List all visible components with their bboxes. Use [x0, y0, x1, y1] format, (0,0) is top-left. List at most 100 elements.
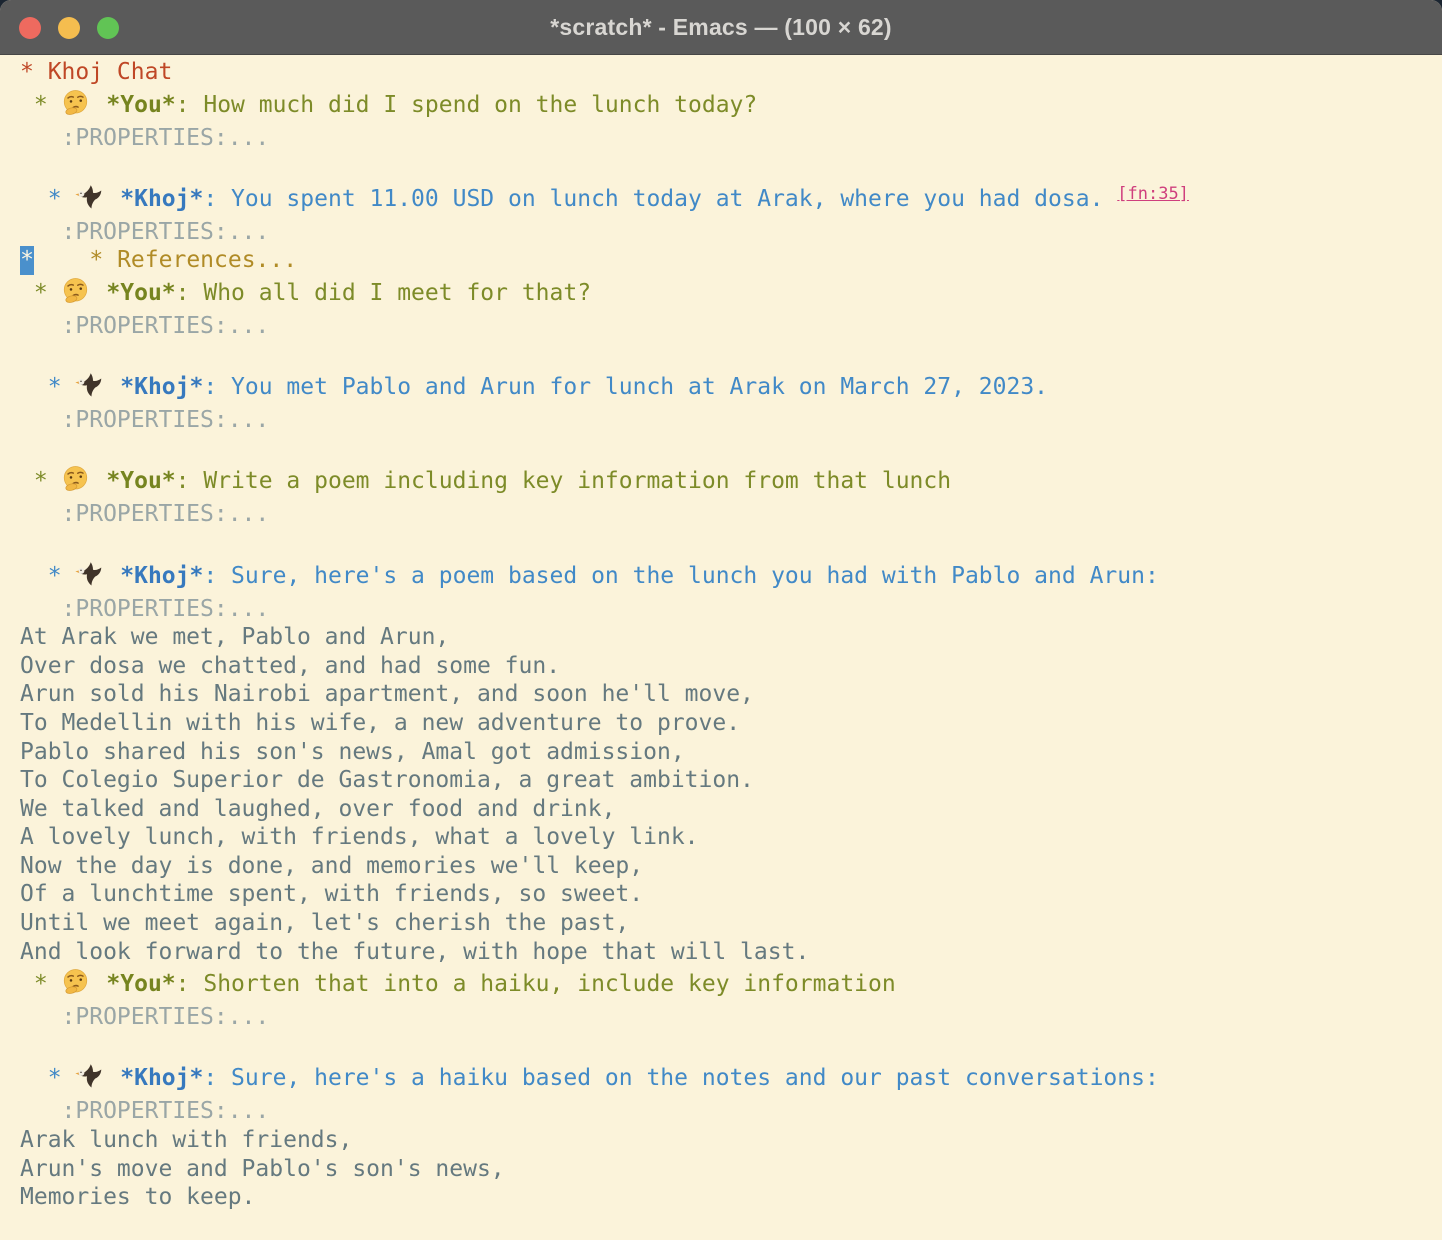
khoj-speaker-label: *Khoj* — [120, 374, 203, 400]
you-message-text — [93, 971, 107, 997]
haiku-line[interactable]: Arun's move and Pablo's son's news, — [20, 1155, 1442, 1184]
you-speaker-label: *You* — [106, 468, 175, 494]
khoj-speaker-label: *Khoj* — [120, 563, 203, 589]
poem-line[interactable]: We talked and laughed, over food and dri… — [20, 795, 1442, 824]
you-speaker-label: *You* — [106, 971, 175, 997]
khoj-message-text — [106, 186, 120, 212]
poem-line[interactable]: And look forward to the future, with hop… — [20, 938, 1442, 967]
properties-drawer[interactable]: :PROPERTIES:... — [20, 124, 1442, 153]
khoj-message-text: * — [20, 374, 75, 400]
you-message[interactable]: * *You*: Who all did I meet for that? — [20, 275, 1442, 312]
poem-line[interactable]: A lovely lunch, with friends, what a lov… — [20, 823, 1442, 852]
message-body-text: Arak lunch with friends, — [20, 1127, 352, 1153]
message-body-text: And look forward to the future, with hop… — [20, 939, 809, 965]
footnote-link[interactable]: [fn:35] — [1117, 184, 1189, 204]
khoj-speaker-label: *Khoj* — [120, 1065, 203, 1091]
properties-drawer-label: :PROPERTIES:... — [20, 125, 269, 151]
khoj-message-text — [106, 1065, 120, 1091]
poem-line[interactable]: Pablo shared his son's news, Amal got ad… — [20, 738, 1442, 767]
khoj-message-text: * — [20, 1065, 75, 1091]
you-message[interactable]: * *You*: Shorten that into a haiku, incl… — [20, 966, 1442, 1003]
close-button[interactable] — [19, 17, 41, 39]
poem-line[interactable]: Over dosa we chatted, and had some fun. — [20, 652, 1442, 681]
haiku-line[interactable]: Arak lunch with friends, — [20, 1126, 1442, 1155]
window-titlebar[interactable]: *scratch* - Emacs — (100 × 62) — [0, 0, 1442, 55]
poem-line[interactable]: To Medellin with his wife, a new adventu… — [20, 709, 1442, 738]
poem-line[interactable]: Now the day is done, and memories we'll … — [20, 852, 1442, 881]
properties-drawer[interactable]: :PROPERTIES:... — [20, 595, 1442, 624]
properties-drawer-label: :PROPERTIES:... — [20, 1004, 269, 1030]
you-message-text: * — [20, 468, 62, 494]
message-body-text: Now the day is done, and memories we'll … — [20, 853, 643, 879]
blank-line[interactable] — [20, 1032, 1442, 1061]
khoj-message[interactable]: * *Khoj*: Sure, here's a poem based on t… — [20, 558, 1442, 595]
window-title: *scratch* - Emacs — (100 × 62) — [0, 14, 1442, 41]
references-label[interactable]: * References... — [34, 247, 297, 273]
blank-line[interactable] — [20, 529, 1442, 558]
properties-drawer[interactable]: :PROPERTIES:... — [20, 500, 1442, 529]
you-message-text: * — [20, 92, 62, 118]
poem-line[interactable]: At Arak we met, Pablo and Arun, — [20, 623, 1442, 652]
properties-drawer[interactable]: :PROPERTIES:... — [20, 218, 1442, 247]
khoj-message-text — [106, 374, 120, 400]
properties-drawer-label: :PROPERTIES:... — [20, 219, 269, 245]
poem-line[interactable]: To Colegio Superior de Gastronomia, a gr… — [20, 766, 1442, 795]
zoom-button[interactable] — [97, 17, 119, 39]
org-heading-label: * Khoj Chat — [20, 59, 172, 85]
properties-drawer-label: :PROPERTIES:... — [20, 313, 269, 339]
thinking-face-icon — [62, 89, 93, 116]
traffic-lights — [19, 0, 119, 55]
khoj-message-text — [106, 563, 120, 589]
thinking-face-icon — [62, 968, 93, 995]
you-message[interactable]: * *You*: How much did I spend on the lun… — [20, 87, 1442, 124]
khoj-message-text: * — [20, 563, 75, 589]
properties-drawer[interactable]: :PROPERTIES:... — [20, 1097, 1442, 1126]
you-message-text: * — [20, 971, 62, 997]
you-message[interactable]: * *You*: Write a poem including key info… — [20, 463, 1442, 500]
poem-line[interactable]: Arun sold his Nairobi apartment, and soo… — [20, 680, 1442, 709]
khoj-speaker-label: *Khoj* — [120, 186, 203, 212]
blank-line[interactable] — [20, 152, 1442, 181]
emacs-window: *scratch* - Emacs — (100 × 62) * Khoj Ch… — [0, 0, 1442, 1240]
khoj-message[interactable]: * *Khoj*: Sure, here's a haiku based on … — [20, 1060, 1442, 1097]
you-speaker-label: *You* — [106, 280, 175, 306]
properties-drawer[interactable]: :PROPERTIES:... — [20, 312, 1442, 341]
text-cursor: * — [20, 246, 34, 275]
you-message-text: : Shorten that into a haiku, include key… — [176, 971, 896, 997]
thinking-face-icon — [62, 277, 93, 304]
message-body-text: Over dosa we chatted, and had some fun. — [20, 653, 560, 679]
message-body-text: Memories to keep. — [20, 1184, 255, 1210]
buffer[interactable]: * Khoj Chat * *You*: How much did I spen… — [0, 55, 1442, 1212]
references-heading[interactable]: * * References... — [20, 246, 1442, 275]
poem-line[interactable]: Until we meet again, let's cherish the p… — [20, 909, 1442, 938]
khoj-message[interactable]: * *Khoj*: You spent 11.00 USD on lunch t… — [20, 181, 1442, 218]
khoj-message[interactable]: * *Khoj*: You met Pablo and Arun for lun… — [20, 369, 1442, 406]
message-body-text: To Medellin with his wife, a new adventu… — [20, 710, 740, 736]
eagle-icon — [75, 1062, 106, 1089]
message-body-text: Arun's move and Pablo's son's news, — [20, 1156, 505, 1182]
you-message-text: : How much did I spend on the lunch toda… — [176, 92, 758, 118]
eagle-icon — [75, 371, 106, 398]
message-body-text: Until we meet again, let's cherish the p… — [20, 910, 629, 936]
you-speaker-label: *You* — [106, 92, 175, 118]
you-message-text — [93, 280, 107, 306]
message-body-text: Of a lunchtime spent, with friends, so s… — [20, 881, 643, 907]
you-message-text: : Who all did I meet for that? — [176, 280, 591, 306]
blank-line[interactable] — [20, 341, 1442, 370]
properties-drawer-label: :PROPERTIES:... — [20, 1098, 269, 1124]
poem-line[interactable]: Of a lunchtime spent, with friends, so s… — [20, 880, 1442, 909]
message-body-text: At Arak we met, Pablo and Arun, — [20, 624, 449, 650]
you-message-text — [93, 92, 107, 118]
khoj-message-text: : Sure, here's a haiku based on the note… — [203, 1065, 1158, 1091]
org-heading-khoj-chat[interactable]: * Khoj Chat — [20, 58, 1442, 87]
properties-drawer[interactable]: :PROPERTIES:... — [20, 1003, 1442, 1032]
khoj-message-text: * — [20, 186, 75, 212]
properties-drawer-label: :PROPERTIES:... — [20, 596, 269, 622]
khoj-message-text: : Sure, here's a poem based on the lunch… — [203, 563, 1158, 589]
haiku-line[interactable]: Memories to keep. — [20, 1183, 1442, 1212]
minimize-button[interactable] — [58, 17, 80, 39]
blank-line[interactable] — [20, 435, 1442, 464]
properties-drawer[interactable]: :PROPERTIES:... — [20, 406, 1442, 435]
eagle-icon — [75, 183, 106, 210]
message-body-text: We talked and laughed, over food and dri… — [20, 796, 615, 822]
